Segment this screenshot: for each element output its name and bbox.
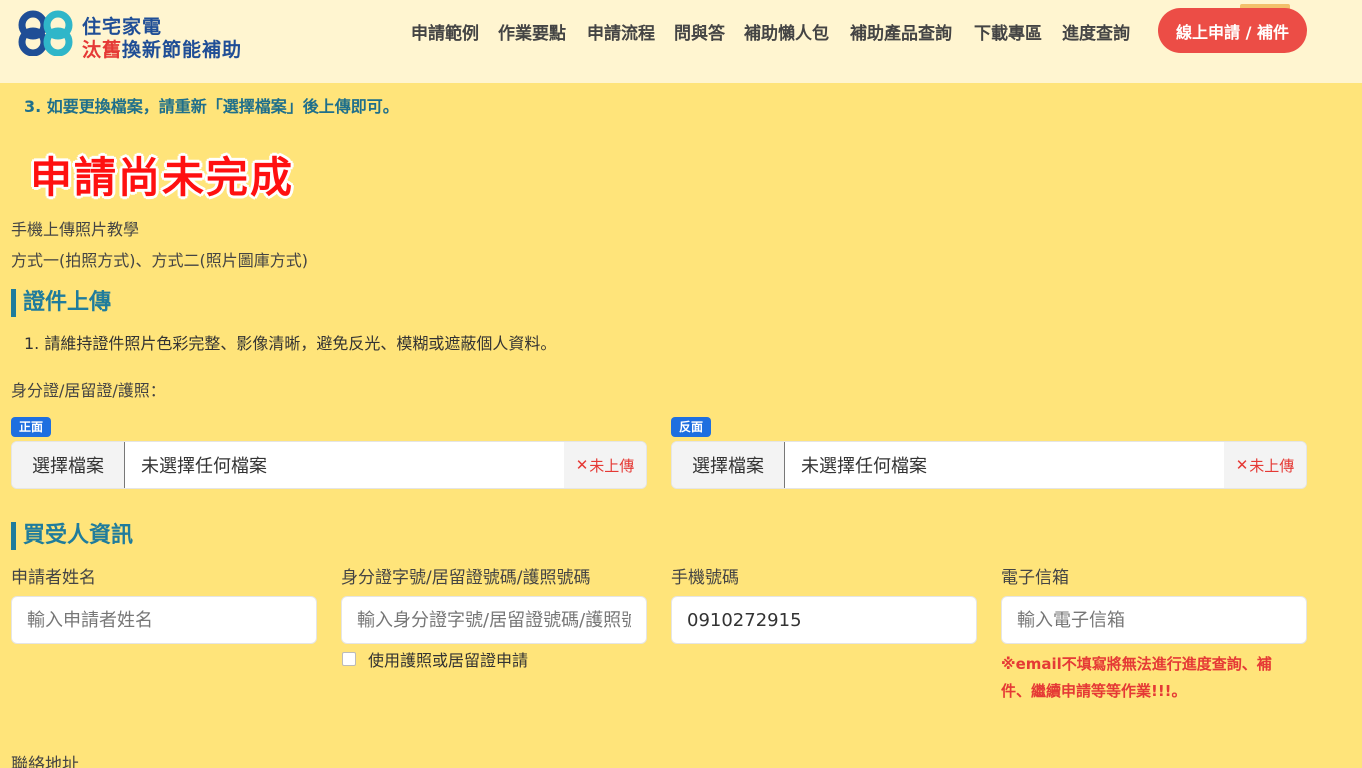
id-number-label: 身分證字號/居留證號碼/護照號碼 [341, 568, 591, 588]
note-replace-file: 3. 如要更換檔案，請重新「選擇檔案」後上傳即可。 [24, 97, 399, 116]
logo-line2-blue: 換新節能補助 [122, 39, 243, 61]
passport-checkbox-row[interactable]: 使用護照或居留證申請 [342, 648, 528, 670]
note-photo-quality: 1. 請維持證件照片色彩完整、影像清晰，避免反光、模糊或遮蔽個人資料。 [24, 334, 557, 353]
site-logo[interactable]: 住宅家電 汰舊換新節能補助 [18, 8, 268, 62]
back-upload-status-text: 未上傳 [1249, 456, 1295, 475]
logo-line2: 汰舊換新節能補助 [82, 35, 242, 62]
email-warning: ※email不填寫將無法進行進度查詢、補件、繼續申請等等作業!!!。 [1001, 655, 1272, 700]
back-file-name: 未選擇任何檔案 [801, 456, 927, 477]
tutorial-link[interactable]: 手機上傳照片教學 [11, 216, 139, 240]
nav-guidelines[interactable]: 作業要點 [498, 19, 566, 44]
front-upload-status-text: 未上傳 [589, 456, 635, 475]
logo-mark-icon [18, 10, 73, 56]
close-icon: ✕ [575, 456, 589, 474]
nav-faq[interactable]: 問與答 [674, 19, 725, 44]
back-upload-status: ✕ 未上傳 [1224, 442, 1306, 488]
nav-progress[interactable]: 進度查詢 [1062, 19, 1130, 44]
nav-application-example[interactable]: 申請範例 [411, 19, 479, 44]
front-upload-status: ✕ 未上傳 [564, 442, 646, 488]
back-file-upload: 選擇檔案 未選擇任何檔案 ✕ 未上傳 [671, 441, 1307, 489]
phone-input[interactable] [671, 596, 977, 644]
passport-checkbox-label[interactable]: 使用護照或居留證申請 [368, 647, 528, 671]
nav-product-search[interactable]: 補助產品查詢 [850, 19, 952, 44]
logo-line2-red: 汰舊 [82, 39, 123, 61]
site-header: 住宅家電 汰舊換新節能補助 申請範例 作業要點 申請流程 問與答 補助懶人包 補… [0, 0, 1362, 83]
front-file-upload: 選擇檔案 未選擇任何檔案 ✕ 未上傳 [11, 441, 647, 489]
front-badge: 正面 [11, 417, 52, 437]
address-label: 聯絡地址 [11, 755, 79, 768]
status-banner: 申請尚未完成 [30, 153, 295, 202]
nav-summary-pack[interactable]: 補助懶人包 [744, 19, 829, 44]
applicant-name-input[interactable] [11, 596, 317, 644]
nav-downloads[interactable]: 下載專區 [974, 19, 1042, 44]
front-choose-file-button[interactable]: 選擇檔案 [12, 442, 125, 488]
nav-process[interactable]: 申請流程 [587, 19, 655, 44]
close-icon: ✕ [1235, 456, 1249, 474]
passport-checkbox[interactable] [342, 652, 356, 666]
id-document-label: 身分證/居留證/護照： [11, 381, 166, 400]
email-label: 電子信箱 [1001, 568, 1069, 588]
back-choose-file-button[interactable]: 選擇檔案 [672, 442, 785, 488]
section-title-document-upload: 證件上傳 [11, 289, 111, 317]
id-number-input[interactable] [341, 596, 647, 644]
section-title-buyer-info: 買受人資訊 [11, 522, 133, 550]
front-file-name: 未選擇任何檔案 [141, 456, 267, 477]
tutorial-methods-link[interactable]: 方式一(拍照方式)、方式二(照片圖庫方式) [11, 247, 308, 271]
page: 住宅家電 汰舊換新節能補助 申請範例 作業要點 申請流程 問與答 補助懶人包 補… [0, 0, 1362, 768]
back-badge: 反面 [671, 417, 712, 437]
online-apply-button[interactable]: 線上申請 / 補件 [1158, 8, 1307, 53]
email-input[interactable] [1001, 596, 1307, 644]
phone-label: 手機號碼 [671, 568, 739, 588]
applicant-name-label: 申請者姓名 [11, 568, 96, 588]
